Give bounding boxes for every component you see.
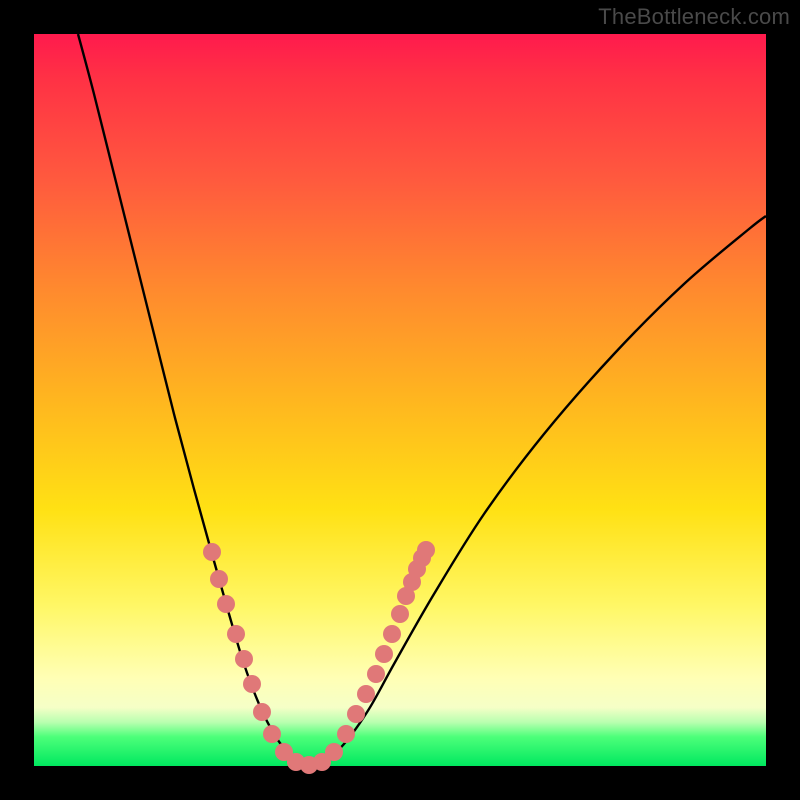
highlight-dot [203, 543, 221, 561]
highlight-dot [347, 705, 365, 723]
series-left-curve [78, 34, 309, 766]
highlight-dot [217, 595, 235, 613]
series-right-curve [309, 216, 766, 766]
highlight-dot [391, 605, 409, 623]
highlight-dot [253, 703, 271, 721]
plot-area [34, 34, 766, 766]
highlight-dot [263, 725, 281, 743]
highlight-dot [210, 570, 228, 588]
highlight-dot [383, 625, 401, 643]
highlight-dot [325, 743, 343, 761]
chart-frame: TheBottleneck.com [0, 0, 800, 800]
curves-svg [34, 34, 766, 766]
watermark-text: TheBottleneck.com [598, 4, 790, 30]
highlight-dot [357, 685, 375, 703]
highlight-dot [417, 541, 435, 559]
highlight-dot [243, 675, 261, 693]
right-curve-path [309, 216, 766, 766]
left-curve-path [78, 34, 309, 766]
highlight-dot [367, 665, 385, 683]
highlight-dot [235, 650, 253, 668]
highlight-dot [227, 625, 245, 643]
highlight-dot [337, 725, 355, 743]
scatter-highlight-dots [203, 541, 435, 774]
highlight-dot [375, 645, 393, 663]
